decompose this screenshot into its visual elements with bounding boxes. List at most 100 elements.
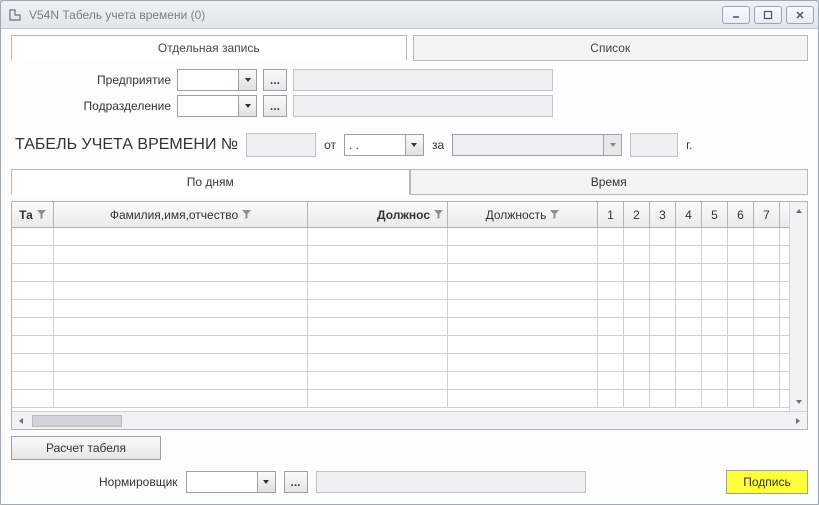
col-position-header[interactable]: Должность (448, 202, 598, 227)
table-cell[interactable] (448, 372, 598, 389)
table-cell[interactable] (728, 264, 754, 281)
table-cell[interactable] (598, 264, 624, 281)
document-number-field[interactable] (246, 133, 316, 157)
chevron-down-icon[interactable] (238, 70, 256, 90)
table-cell[interactable] (448, 246, 598, 263)
table-cell[interactable] (754, 228, 780, 245)
table-cell[interactable] (448, 390, 598, 407)
table-cell[interactable] (12, 282, 54, 299)
table-cell[interactable] (54, 264, 308, 281)
table-cell[interactable] (702, 336, 728, 353)
table-cell[interactable] (598, 246, 624, 263)
table-cell[interactable] (702, 372, 728, 389)
horizontal-scrollbar[interactable] (12, 411, 807, 429)
col-day-6[interactable]: 6 (728, 202, 754, 227)
table-cell[interactable] (676, 282, 702, 299)
table-cell[interactable] (624, 264, 650, 281)
table-cell[interactable] (54, 390, 308, 407)
enterprise-combo[interactable] (177, 69, 257, 91)
table-cell[interactable] (12, 372, 54, 389)
col-fio-header[interactable]: Фамилия,имя,отчество (54, 202, 308, 227)
tab-single-record[interactable]: Отдельная запись (11, 35, 407, 61)
table-cell[interactable] (598, 282, 624, 299)
table-cell[interactable] (448, 318, 598, 335)
table-cell[interactable] (448, 282, 598, 299)
tab-time[interactable]: Время (410, 169, 809, 195)
col-position-bold-header[interactable]: Должнос (308, 202, 448, 227)
table-cell[interactable] (54, 336, 308, 353)
table-cell[interactable] (448, 354, 598, 371)
table-cell[interactable] (728, 390, 754, 407)
col-day-5[interactable]: 5 (702, 202, 728, 227)
department-combo[interactable] (177, 95, 257, 117)
table-cell[interactable] (754, 318, 780, 335)
table-cell[interactable] (676, 318, 702, 335)
table-cell[interactable] (728, 372, 754, 389)
table-cell[interactable] (54, 300, 308, 317)
table-cell[interactable] (598, 318, 624, 335)
scroll-up-icon[interactable] (790, 202, 807, 220)
table-cell[interactable] (728, 318, 754, 335)
table-cell[interactable] (650, 300, 676, 317)
table-cell[interactable] (624, 372, 650, 389)
table-cell[interactable] (754, 300, 780, 317)
table-cell[interactable] (308, 264, 448, 281)
table-row[interactable] (12, 336, 789, 354)
table-cell[interactable] (676, 246, 702, 263)
table-row[interactable] (12, 354, 789, 372)
table-cell[interactable] (308, 318, 448, 335)
table-cell[interactable] (54, 246, 308, 263)
table-cell[interactable] (650, 354, 676, 371)
table-cell[interactable] (676, 354, 702, 371)
table-cell[interactable] (676, 336, 702, 353)
table-cell[interactable] (702, 246, 728, 263)
normalizer-lookup-button[interactable]: ... (284, 471, 308, 493)
table-row[interactable] (12, 300, 789, 318)
table-cell[interactable] (650, 336, 676, 353)
table-cell[interactable] (308, 372, 448, 389)
table-cell[interactable] (728, 228, 754, 245)
table-cell[interactable] (650, 390, 676, 407)
department-lookup-button[interactable]: ... (263, 95, 287, 117)
table-cell[interactable] (754, 264, 780, 281)
enterprise-lookup-button[interactable]: ... (263, 69, 287, 91)
table-cell[interactable] (650, 372, 676, 389)
col-day-3[interactable]: 3 (650, 202, 676, 227)
col-day-4[interactable]: 4 (676, 202, 702, 227)
table-cell[interactable] (448, 228, 598, 245)
table-row[interactable] (12, 246, 789, 264)
filter-icon[interactable] (242, 210, 251, 219)
scroll-right-icon[interactable] (789, 412, 807, 429)
maximize-button[interactable] (754, 6, 782, 24)
table-cell[interactable] (598, 336, 624, 353)
table-cell[interactable] (308, 300, 448, 317)
table-cell[interactable] (12, 300, 54, 317)
table-cell[interactable] (624, 246, 650, 263)
table-cell[interactable] (728, 300, 754, 317)
table-cell[interactable] (308, 390, 448, 407)
month-combo[interactable] (452, 134, 622, 156)
table-cell[interactable] (624, 282, 650, 299)
minimize-button[interactable] (722, 6, 750, 24)
grid-body[interactable] (12, 228, 789, 411)
table-cell[interactable] (12, 264, 54, 281)
table-cell[interactable] (448, 264, 598, 281)
table-cell[interactable] (598, 228, 624, 245)
table-cell[interactable] (598, 372, 624, 389)
chevron-down-icon[interactable] (603, 135, 621, 155)
chevron-down-icon[interactable] (238, 96, 256, 116)
table-cell[interactable] (54, 318, 308, 335)
table-cell[interactable] (624, 354, 650, 371)
table-cell[interactable] (650, 318, 676, 335)
table-cell[interactable] (624, 318, 650, 335)
table-row[interactable] (12, 228, 789, 246)
table-cell[interactable] (598, 354, 624, 371)
table-row[interactable] (12, 318, 789, 336)
tab-by-days[interactable]: По дням (11, 169, 410, 195)
normalizer-combo[interactable] (186, 471, 276, 493)
table-cell[interactable] (12, 336, 54, 353)
table-cell[interactable] (754, 246, 780, 263)
table-cell[interactable] (54, 354, 308, 371)
scroll-down-icon[interactable] (790, 393, 807, 411)
table-cell[interactable] (676, 228, 702, 245)
